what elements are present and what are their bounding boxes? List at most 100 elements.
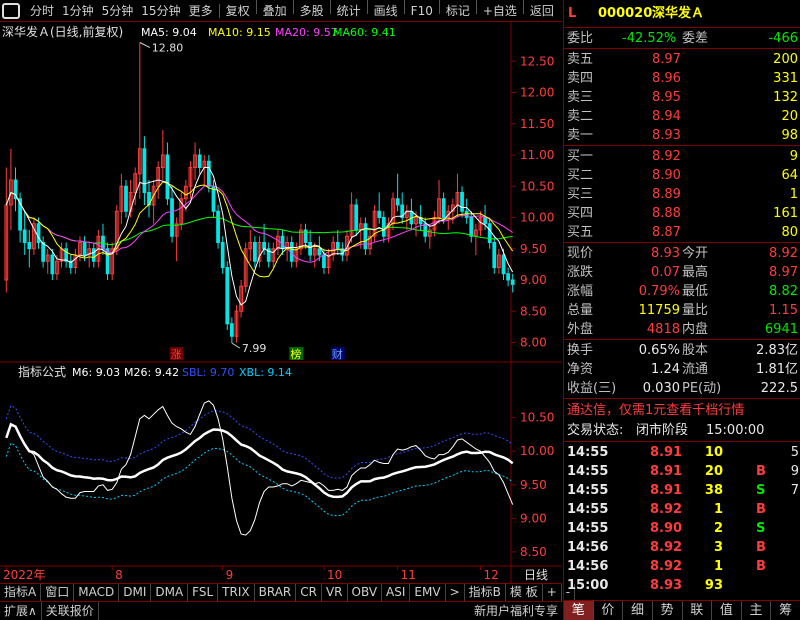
- low-annotation: 7.99: [242, 342, 266, 355]
- indicator-tab-7[interactable]: BRAR: [255, 584, 297, 601]
- stock-code: 000020: [598, 6, 653, 21]
- indicator-tab-13[interactable]: >: [446, 584, 465, 601]
- right-tab-6[interactable]: 主: [742, 601, 772, 620]
- candle: [243, 242, 248, 293]
- tick-row: 14:55 8.91 38 S 7: [567, 483, 799, 498]
- top-toolbar: 分时 1分钟 5分钟 15分钟 更多 复权 叠加 多股 统计 画线 F10 标记 +自选 返回: [0, 0, 562, 22]
- ma60-label: MA60: 9.41: [333, 26, 396, 39]
- candle: [427, 223, 432, 249]
- indicator-tab-5[interactable]: FSL: [188, 584, 219, 601]
- right-tab-2[interactable]: 细: [623, 601, 653, 620]
- fund-row: 换手 0.65% 股本 2.83亿: [567, 343, 798, 358]
- right-tabs: 笔价细势联值主筹: [564, 600, 800, 620]
- candle: [266, 242, 271, 268]
- bid-row: 买五 8.87 80: [567, 225, 798, 240]
- status-promo[interactable]: 新用户福利专享: [470, 602, 562, 620]
- candle: [165, 142, 170, 205]
- status-bar: 扩展∧ 关联报价 新用户福利专享: [0, 601, 562, 620]
- event-tag-2[interactable]: 财: [332, 347, 343, 361]
- sub-ytick-0: 8.50: [520, 545, 547, 559]
- weicha-value: -466: [768, 31, 798, 46]
- tool-btn-8[interactable]: 返回: [526, 0, 558, 22]
- tool-btn-7[interactable]: +自选: [479, 0, 521, 22]
- kline-chart[interactable]: 深华发Ａ(日线,前复权) MA5: 9.04 MA10: 9.15 MA20: 9.5…: [0, 22, 562, 583]
- candle: [400, 192, 405, 224]
- indicator-tab-8[interactable]: CR: [296, 584, 322, 601]
- right-tab-3[interactable]: 势: [653, 601, 683, 620]
- candle: [22, 211, 27, 255]
- tool-btn-5[interactable]: F10: [407, 0, 437, 22]
- app-logo-icon: [2, 3, 20, 19]
- right-tab-1[interactable]: 价: [594, 601, 624, 620]
- candle: [64, 242, 69, 268]
- status-item-1[interactable]: 关联报价: [42, 602, 99, 620]
- indicator-tab-14[interactable]: 指标B: [465, 584, 506, 601]
- period-btn-2[interactable]: 5分钟: [98, 0, 138, 22]
- candle: [478, 211, 483, 237]
- ask-row: 卖一 8.93 98: [567, 128, 798, 143]
- right-tab-7[interactable]: 筹: [771, 601, 800, 620]
- sub-chart-header: 指标公式 M6: 9.03 M26: 9.42 SBL: 9.70 XBL: 9.14: [18, 364, 292, 379]
- candle: [91, 242, 96, 268]
- period-label[interactable]: 日线: [524, 568, 548, 582]
- main-ytick-0: 8.00: [520, 336, 547, 350]
- indicator-tab-1[interactable]: 窗口: [41, 584, 75, 601]
- candle: [225, 261, 230, 330]
- event-tag-1[interactable]: 榜: [290, 347, 301, 361]
- promo-link[interactable]: 通达信，仅需1元查看千档行情: [564, 401, 800, 420]
- chart-area[interactable]: 深华发Ａ(日线,前复权) MA5: 9.04 MA10: 9.15 MA20: 9.5…: [0, 22, 562, 588]
- candle: [487, 217, 492, 249]
- tool-btn-6[interactable]: 标记: [442, 0, 474, 22]
- candle: [372, 205, 377, 243]
- status-item-0[interactable]: 扩展∧: [0, 602, 42, 620]
- candle: [193, 142, 197, 180]
- indicator-tab-12[interactable]: EMV: [410, 584, 446, 601]
- xtick-1: 8: [115, 568, 123, 582]
- period-btn-0[interactable]: 分时: [26, 0, 58, 22]
- period-btn-1[interactable]: 1分钟: [58, 0, 98, 22]
- indicator-tab-9[interactable]: VR: [322, 584, 348, 601]
- sub-ytick-2: 9.50: [520, 478, 547, 492]
- tool-btn-4[interactable]: 画线: [370, 0, 402, 22]
- candle: [404, 205, 409, 230]
- tool-btn-2[interactable]: 多股: [296, 0, 328, 22]
- tool-btn-1[interactable]: 叠加: [259, 0, 291, 22]
- candle: [497, 248, 501, 274]
- indicator-tab-3[interactable]: DMI: [119, 584, 152, 601]
- tick-row: 14:55 8.90 2 S: [567, 521, 766, 536]
- right-tab-0[interactable]: 笔: [564, 601, 594, 620]
- period-btn-4[interactable]: 更多: [185, 0, 217, 22]
- ask-row: 卖三 8.95 132: [567, 90, 798, 105]
- candle: [151, 180, 156, 224]
- ma20-label: MA20: 9.57: [275, 26, 338, 39]
- tool-btn-0[interactable]: 复权: [222, 0, 254, 22]
- candle: [506, 267, 510, 287]
- indicator-tab-2[interactable]: MACD: [74, 584, 120, 601]
- indicator-tab-6[interactable]: TRIX: [218, 584, 255, 601]
- indicator-tab-10[interactable]: OBV: [348, 584, 383, 601]
- candle: [142, 136, 147, 205]
- main-ytick-4: 10.00: [520, 211, 554, 225]
- right-tab-5[interactable]: 值: [712, 601, 742, 620]
- sbl-line: [5, 404, 514, 479]
- candle: [257, 236, 262, 268]
- tool-btn-3[interactable]: 统计: [333, 0, 365, 22]
- event-tag-0[interactable]: 涨: [171, 348, 182, 361]
- m6-line: [5, 400, 514, 536]
- right-tab-4[interactable]: 联: [683, 601, 713, 620]
- xbl-label: XBL: 9.14: [239, 366, 292, 379]
- tick-row: 14:55 8.91 10 5: [567, 445, 799, 460]
- indicator-tab-15[interactable]: 模 板: [506, 584, 543, 601]
- candle: [59, 242, 64, 268]
- candle: [276, 230, 280, 255]
- ma10-label: MA10: 9.15: [208, 26, 271, 39]
- stat-row: 现价 8.93 今开 8.92: [567, 246, 798, 261]
- stat-row: 外盘 4818 内盘 6941: [567, 322, 798, 337]
- tool-buttons: 复权 叠加 多股 统计 画线 F10 标记 +自选 返回: [222, 0, 558, 22]
- indicator-tab-4[interactable]: DMA: [151, 584, 189, 601]
- indicator-tab-11[interactable]: ASI: [382, 584, 411, 601]
- indicator-tab-0[interactable]: 指标A: [0, 584, 42, 601]
- period-selector: 分时 1分钟 5分钟 15分钟 更多: [26, 0, 217, 22]
- indicator-tab-16[interactable]: +: [543, 584, 562, 601]
- period-btn-3[interactable]: 15分钟: [137, 0, 184, 22]
